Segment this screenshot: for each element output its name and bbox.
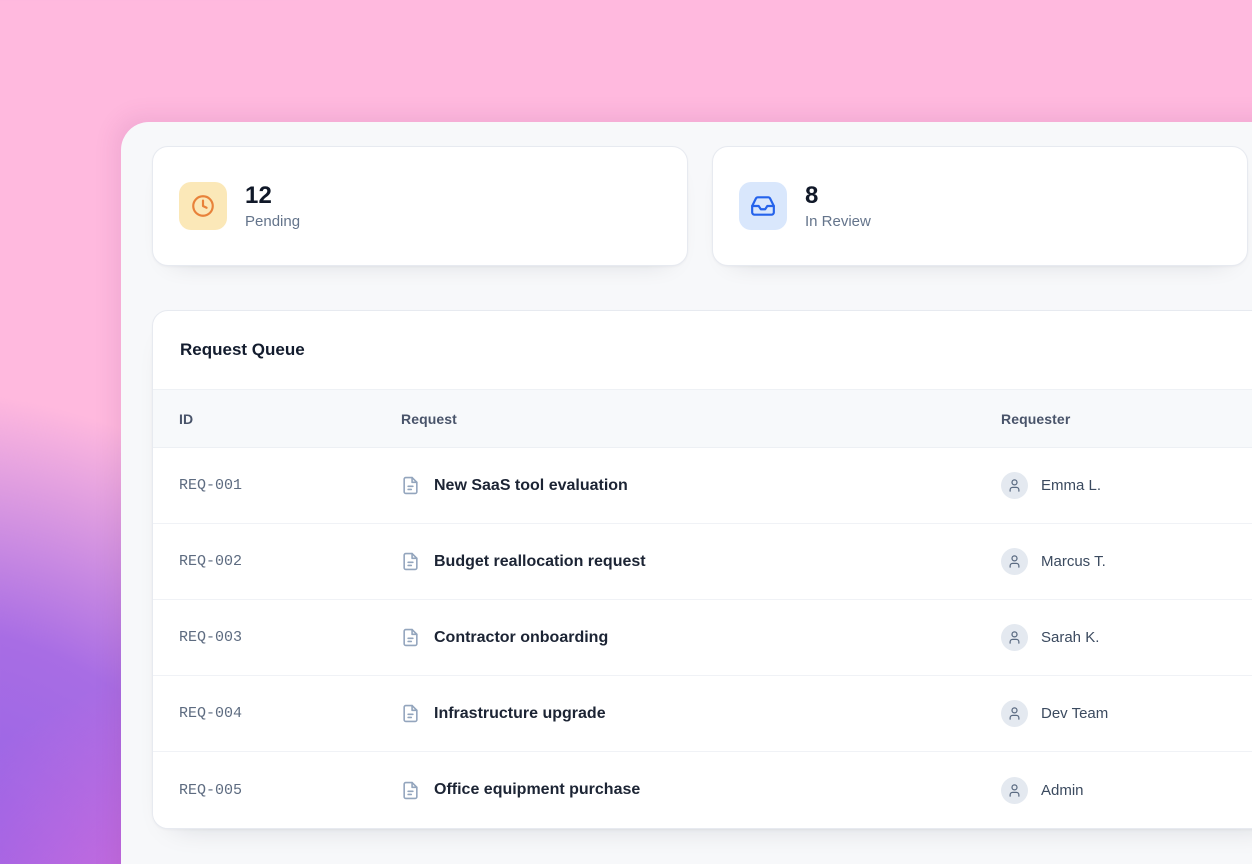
stats-row: 12 Pending 8 In Review — [152, 146, 1252, 266]
table-row[interactable]: REQ-003 Contractor onboarding Sarah K. — [153, 600, 1252, 676]
avatar — [1001, 624, 1028, 651]
table-title: Request Queue — [153, 311, 1252, 390]
in-review-count: 8 — [805, 182, 871, 211]
stat-text: 12 Pending — [245, 182, 300, 230]
request-title: Infrastructure upgrade — [434, 705, 606, 723]
document-icon — [401, 476, 420, 495]
inbox-icon — [739, 182, 787, 230]
app-background: { "colors": { "background_pink": "#ffb9d… — [0, 0, 1252, 864]
avatar — [1001, 700, 1028, 727]
table-row[interactable]: REQ-004 Infrastructure upgrade Dev Team — [153, 676, 1252, 752]
column-header-requester: Requester — [1001, 411, 1252, 427]
requester-name: Admin — [1041, 782, 1084, 799]
request-queue-card: Request Queue ID Request Requester REQ-0… — [152, 310, 1252, 829]
requester-name: Sarah K. — [1041, 629, 1099, 646]
request-title: Office equipment purchase — [434, 781, 640, 799]
request-id: REQ-005 — [179, 782, 401, 799]
request-id: REQ-004 — [179, 705, 401, 722]
request-id: REQ-003 — [179, 629, 401, 646]
table-header-row: ID Request Requester — [153, 390, 1252, 448]
avatar — [1001, 777, 1028, 804]
table-row[interactable]: REQ-005 Office equipment purchase Admin — [153, 752, 1252, 828]
stat-card-in-review: 8 In Review — [712, 146, 1248, 266]
request-id: REQ-002 — [179, 553, 401, 570]
requester-name: Dev Team — [1041, 705, 1108, 722]
column-header-id: ID — [179, 411, 401, 427]
document-icon — [401, 704, 420, 723]
avatar — [1001, 548, 1028, 575]
pending-label: Pending — [245, 213, 300, 230]
document-icon — [401, 781, 420, 800]
stat-card-pending: 12 Pending — [152, 146, 688, 266]
requester-name: Emma L. — [1041, 477, 1101, 494]
request-title: New SaaS tool evaluation — [434, 477, 628, 495]
table-row[interactable]: REQ-002 Budget reallocation request Marc… — [153, 524, 1252, 600]
request-title: Contractor onboarding — [434, 629, 608, 647]
requester-name: Marcus T. — [1041, 553, 1106, 570]
pending-count: 12 — [245, 182, 300, 211]
column-header-request: Request — [401, 411, 1001, 427]
clock-icon — [179, 182, 227, 230]
request-title: Budget reallocation request — [434, 553, 646, 571]
in-review-label: In Review — [805, 213, 871, 230]
stat-text: 8 In Review — [805, 182, 871, 230]
document-icon — [401, 628, 420, 647]
document-icon — [401, 552, 420, 571]
main-panel: 12 Pending 8 In Review Request Queue ID … — [121, 122, 1252, 864]
request-id: REQ-001 — [179, 477, 401, 494]
table-row[interactable]: REQ-001 New SaaS tool evaluation Emma L. — [153, 448, 1252, 524]
avatar — [1001, 472, 1028, 499]
